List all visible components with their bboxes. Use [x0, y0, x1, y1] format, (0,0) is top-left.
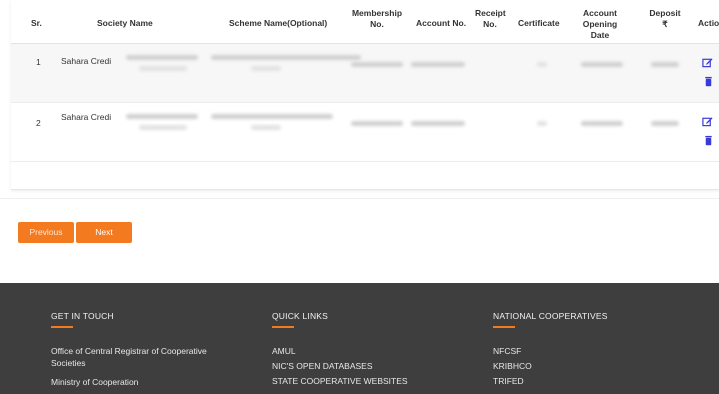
- header-certificate: Certificate: [518, 18, 560, 28]
- footer-link-nic-open-databases[interactable]: NIC'S OPEN DATABASES: [272, 361, 373, 372]
- section-divider: [0, 198, 719, 199]
- site-footer: GET IN TOUCH Office of Central Registrar…: [0, 283, 719, 394]
- footer-heading-quick-links: QUICK LINKS: [272, 311, 329, 321]
- edit-icon[interactable]: [702, 57, 713, 68]
- table-header: Sr. Society Name Scheme Name(Optional) M…: [11, 0, 719, 44]
- header-receipt-no: Receipt No.: [475, 8, 506, 30]
- redacted-membership-no: [351, 121, 403, 126]
- header-scheme-name: Scheme Name(Optional): [229, 18, 328, 28]
- header-deposit-line2: ₹: [662, 19, 668, 29]
- footer-link-nfcsf[interactable]: NFCSF: [493, 346, 521, 357]
- redacted-society-name-line2: [139, 125, 187, 130]
- footer-link-kribhco[interactable]: KRIBHCO: [493, 361, 532, 372]
- footer-heading-underline: [272, 326, 294, 328]
- header-membership-no: Membership No.: [349, 8, 405, 30]
- header-action: Action: [698, 18, 719, 28]
- header-account-opening-date-line1: Account Opening: [582, 8, 618, 29]
- footer-heading-underline: [51, 326, 73, 328]
- footer-link-amul[interactable]: AMUL: [272, 346, 296, 357]
- next-button[interactable]: Next: [76, 222, 132, 243]
- cell-society-name: Sahara Credit: [61, 112, 111, 122]
- footer-contact-office: Office of Central Registrar of Cooperati…: [51, 346, 207, 356]
- footer-contact-office-cont: Societies: [51, 358, 86, 368]
- deposits-table-panel: Sr. Society Name Scheme Name(Optional) M…: [11, 0, 719, 190]
- footer-link-state-cooperative-websites[interactable]: STATE COOPERATIVE WEBSITES: [272, 376, 408, 387]
- redacted-membership-no: [351, 62, 403, 67]
- redacted-certificate: [537, 62, 547, 67]
- footer-contact-ministry: Ministry of Cooperation: [51, 377, 139, 387]
- redacted-scheme-name: [211, 114, 333, 119]
- redacted-scheme-name: [211, 55, 361, 60]
- header-account-no: Account No.: [416, 18, 467, 28]
- footer-link-trifed[interactable]: TRIFED: [493, 376, 524, 387]
- delete-icon[interactable]: [703, 76, 714, 87]
- redacted-society-name-line2: [139, 66, 187, 71]
- redacted-scheme-name-line2: [251, 125, 281, 130]
- redacted-account-no: [411, 121, 465, 126]
- header-society-name: Society Name: [97, 18, 153, 28]
- redacted-scheme-name-line2: [251, 66, 281, 71]
- header-sr: Sr.: [31, 18, 42, 28]
- header-account-opening-date: Account Opening Date: [565, 8, 635, 41]
- table-row: 1 Sahara Credit: [11, 44, 719, 103]
- footer-heading-get-in-touch: GET IN TOUCH: [51, 311, 114, 321]
- footer-heading-national-cooperatives: NATIONAL COOPERATIVES: [493, 311, 608, 321]
- header-deposit: Deposit ₹: [647, 8, 683, 30]
- table-row: 2 Sahara Credit: [11, 103, 719, 162]
- header-receipt-no-line2: No.: [483, 19, 497, 29]
- redacted-account-no: [411, 62, 465, 67]
- delete-icon[interactable]: [703, 135, 714, 146]
- header-membership-no-line1: Membership: [351, 8, 403, 18]
- cell-sr: 1: [36, 57, 41, 67]
- cell-sr: 2: [36, 118, 41, 128]
- redacted-society-name: [126, 114, 198, 119]
- redacted-opening-date: [581, 62, 623, 67]
- redacted-society-name: [126, 55, 198, 60]
- header-receipt-no-line1: Receipt: [475, 8, 506, 18]
- redacted-deposit: [651, 121, 679, 126]
- header-membership-no-line2: No.: [370, 19, 384, 29]
- redacted-opening-date: [581, 121, 623, 126]
- redacted-certificate: [537, 121, 547, 126]
- header-account-opening-date-line2: Date: [590, 30, 610, 40]
- cell-society-name: Sahara Credit: [61, 56, 111, 66]
- header-deposit-line1: Deposit: [649, 8, 681, 18]
- previous-button[interactable]: Previous: [18, 222, 74, 243]
- edit-icon[interactable]: [702, 116, 713, 127]
- redacted-deposit: [651, 62, 679, 67]
- footer-heading-underline: [493, 326, 515, 328]
